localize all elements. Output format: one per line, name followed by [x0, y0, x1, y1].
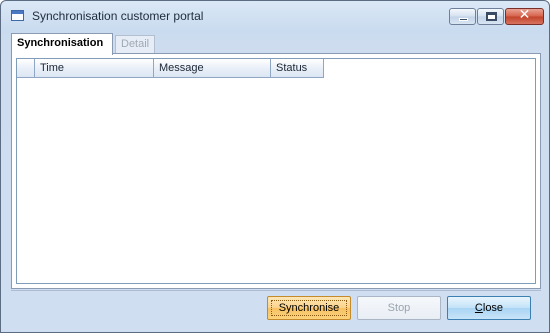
synchronisation-log-grid[interactable]: Time Message Status — [16, 58, 536, 284]
tab-detail: Detail — [115, 35, 155, 54]
synchronise-button-label: Synchronise — [278, 302, 340, 314]
title-bar[interactable]: Synchronisation customer portal ✕ — [1, 1, 549, 31]
app-window-icon — [11, 10, 24, 21]
footer-divider — [11, 290, 541, 291]
close-icon: ✕ — [518, 7, 531, 23]
synchronisation-tab-panel: Time Message Status — [11, 53, 541, 289]
dialog-window: Synchronisation customer portal ✕ Synchr… — [0, 0, 550, 333]
close-button-label: Close — [474, 302, 504, 314]
window-title: Synchronisation customer portal — [32, 9, 204, 23]
minimize-icon — [459, 18, 468, 21]
minimize-button[interactable] — [449, 8, 476, 25]
tab-synchronisation[interactable]: Synchronisation — [11, 33, 113, 55]
maximize-button[interactable] — [477, 8, 504, 25]
close-button[interactable]: Close — [447, 296, 531, 320]
row-selector-header[interactable] — [17, 59, 35, 77]
stop-button: Stop — [357, 296, 441, 320]
maximize-icon — [486, 12, 497, 21]
column-header-status[interactable]: Status — [271, 59, 324, 77]
stop-button-label: Stop — [387, 302, 411, 314]
grid-header: Time Message Status — [17, 59, 324, 78]
synchronise-button[interactable]: Synchronise — [267, 296, 351, 320]
close-window-button[interactable]: ✕ — [505, 7, 544, 25]
column-header-time[interactable]: Time — [35, 59, 154, 77]
column-header-message[interactable]: Message — [154, 59, 271, 77]
